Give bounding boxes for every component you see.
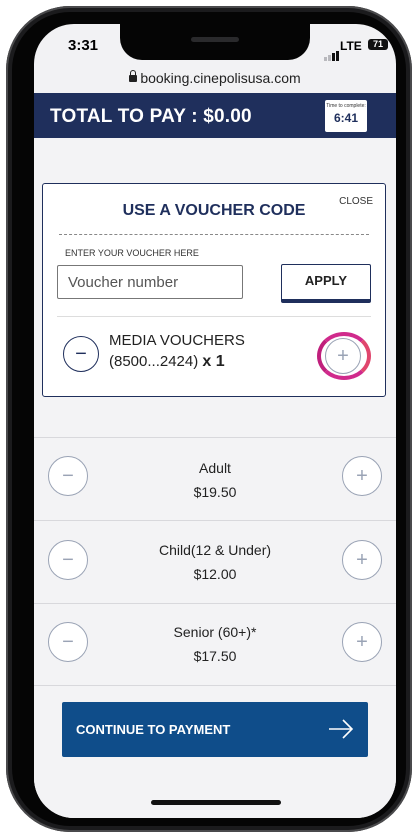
signal-icon bbox=[324, 43, 340, 61]
continue-to-payment-button[interactable]: CONTINUE TO PAYMENT bbox=[62, 702, 368, 757]
divider bbox=[34, 685, 396, 686]
total-to-pay: TOTAL TO PAY : $0.00 bbox=[50, 106, 252, 127]
network-label: LTE bbox=[340, 39, 362, 53]
plus-icon: + bbox=[356, 549, 368, 571]
plus-icon: + bbox=[356, 631, 368, 653]
plus-icon: + bbox=[337, 345, 349, 367]
phone-screen: 3:31 LTE 71 booking.cinepolisusa.com TOT… bbox=[34, 24, 396, 818]
divider bbox=[34, 437, 396, 438]
media-voucher-label: MEDIA VOUCHERS bbox=[109, 332, 245, 349]
continue-to-payment-label: CONTINUE TO PAYMENT bbox=[76, 722, 231, 737]
divider bbox=[59, 234, 369, 235]
divider bbox=[34, 520, 396, 521]
adult-plus-button[interactable]: + bbox=[342, 456, 382, 496]
media-voucher-code: (8500...2424) bbox=[109, 353, 199, 370]
media-voucher-qty: x 1 bbox=[202, 353, 225, 370]
voucher-number-input[interactable] bbox=[57, 265, 243, 299]
timer-label: Time to complete: bbox=[326, 103, 366, 109]
media-voucher-minus-button[interactable]: − bbox=[63, 336, 99, 372]
total-header: TOTAL TO PAY : $0.00 Time to complete: 6… bbox=[34, 93, 396, 138]
voucher-title: USE A VOUCHER CODE bbox=[122, 202, 306, 219]
apply-button[interactable]: APPLY bbox=[281, 264, 371, 303]
time-to-complete-badge: Time to complete: 6:41 bbox=[324, 99, 368, 133]
divider bbox=[34, 603, 396, 604]
speaker bbox=[191, 37, 239, 42]
ticket-price-child: $12.00 bbox=[193, 566, 237, 582]
child-plus-button[interactable]: + bbox=[342, 540, 382, 580]
timer-value: 6:41 bbox=[333, 111, 359, 125]
url-text: booking.cinepolisusa.com bbox=[140, 70, 301, 86]
plus-icon: + bbox=[356, 465, 368, 487]
divider bbox=[57, 316, 371, 317]
senior-plus-button[interactable]: + bbox=[342, 622, 382, 662]
voucher-panel: USE A VOUCHER CODE CLOSE ENTER YOUR VOUC… bbox=[42, 183, 386, 397]
close-button[interactable]: CLOSE bbox=[339, 196, 373, 207]
main-content: USE A VOUCHER CODE CLOSE ENTER YOUR VOUC… bbox=[34, 138, 396, 818]
arrow-right-icon bbox=[329, 719, 354, 739]
minus-icon: − bbox=[75, 343, 87, 365]
battery-icon: 71 bbox=[368, 39, 388, 50]
ticket-price-senior: $17.50 bbox=[193, 648, 237, 664]
media-voucher-info: MEDIA VOUCHERS (8500...2424) x 1 bbox=[109, 330, 245, 372]
home-indicator[interactable] bbox=[151, 800, 281, 805]
media-voucher-plus-button[interactable]: + bbox=[325, 338, 361, 374]
ticket-price-adult: $19.50 bbox=[193, 484, 237, 500]
lock-icon bbox=[129, 70, 138, 82]
address-bar[interactable]: booking.cinepolisusa.com bbox=[34, 70, 396, 86]
voucher-input-label: ENTER YOUR VOUCHER HERE bbox=[65, 248, 199, 258]
notch bbox=[120, 24, 310, 60]
status-time: 3:31 bbox=[68, 37, 99, 54]
